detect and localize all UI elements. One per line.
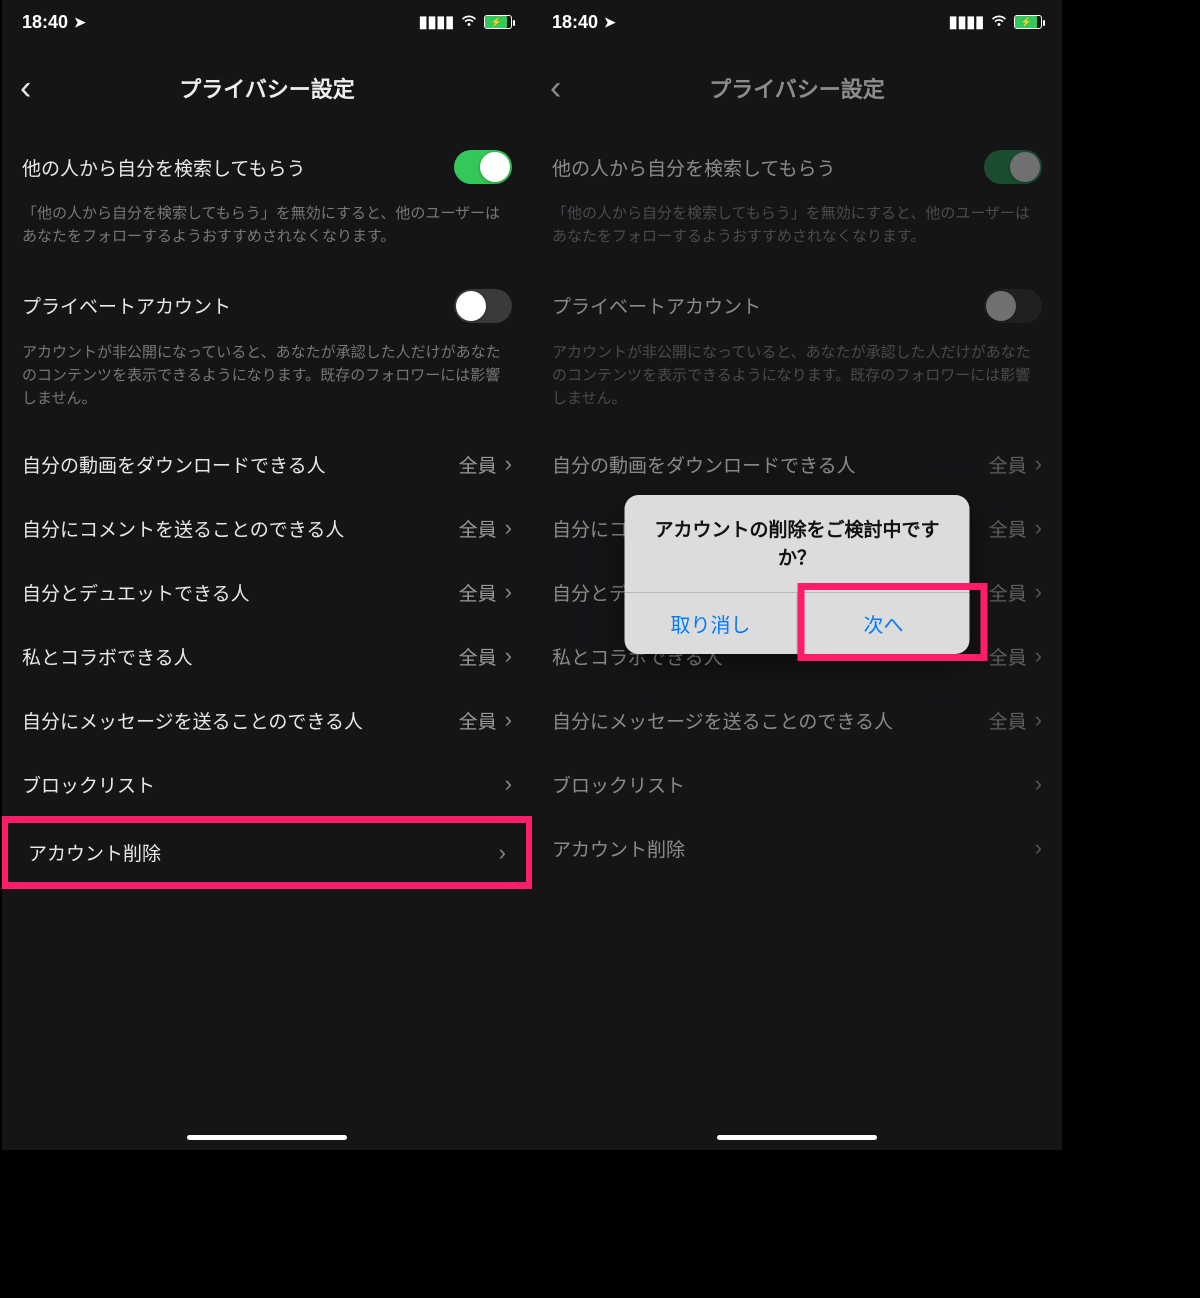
row-blocklist[interactable]: ブロックリスト ›	[2, 752, 532, 816]
row-value: 全員	[989, 451, 1027, 478]
chevron-right-icon: ›	[1035, 643, 1042, 669]
row-label: 自分の動画をダウンロードできる人	[552, 451, 856, 478]
row-message[interactable]: 自分にメッセージを送ることのできる人 全員 ›	[2, 688, 532, 752]
confirm-dialog: アカウントの削除をご検討中ですか？ 取り消し 次へ	[625, 495, 970, 654]
row-value: 全員	[459, 643, 497, 670]
battery-icon: ⚡	[484, 15, 512, 29]
chevron-right-icon: ›	[1035, 579, 1042, 605]
screen-right: 18:40 ➤ ▮▮▮▮ ⚡ ‹ プライバシー設定 他の人から自分を検索してもら…	[532, 0, 1062, 1150]
dialog-cancel-button[interactable]: 取り消し	[625, 593, 797, 654]
row-label: 自分とデュエットできる人	[22, 579, 250, 606]
signal-icon: ▮▮▮▮	[419, 12, 454, 32]
row-private-account[interactable]: プライベートアカウント	[532, 271, 1062, 341]
chevron-right-icon: ›	[505, 771, 512, 797]
row-label: ブロックリスト	[552, 771, 685, 798]
status-time: 18:40	[22, 12, 68, 33]
desc-allow-search: 「他の人から自分を検索してもらう」を無効にすると、他のユーザーはあなたをフォロー…	[2, 202, 532, 271]
desc-private-account: アカウントが非公開になっていると、あなたが承認した人だけがあなたのコンテンツを表…	[532, 341, 1062, 433]
row-label: アカウント削除	[28, 839, 161, 866]
row-duet[interactable]: 自分とデュエットできる人 全員 ›	[2, 560, 532, 624]
row-label: 自分にコメントを送ることのできる人	[22, 515, 344, 542]
row-value: 全員	[989, 643, 1027, 670]
chevron-right-icon: ›	[1035, 835, 1042, 861]
toggle-private-account[interactable]	[454, 289, 512, 323]
header: ‹ プライバシー設定	[532, 44, 1062, 132]
row-value: 全員	[989, 579, 1027, 606]
chevron-right-icon: ›	[505, 707, 512, 733]
signal-icon: ▮▮▮▮	[949, 12, 984, 32]
toggle-allow-search[interactable]	[984, 150, 1042, 184]
chevron-right-icon: ›	[1035, 451, 1042, 477]
desc-private-account: アカウントが非公開になっていると、あなたが承認した人だけがあなたのコンテンツを表…	[2, 341, 532, 433]
row-download[interactable]: 自分の動画をダウンロードできる人 全員 ›	[532, 432, 1062, 496]
status-bar: 18:40 ➤ ▮▮▮▮ ⚡	[2, 0, 532, 44]
row-label: 自分にメッセージを送ることのできる人	[22, 707, 363, 734]
row-label: 他の人から自分を検索してもらう	[22, 154, 305, 181]
row-allow-search[interactable]: 他の人から自分を検索してもらう	[2, 132, 532, 202]
row-value: 全員	[989, 515, 1027, 542]
desc-allow-search: 「他の人から自分を検索してもらう」を無効にすると、他のユーザーはあなたをフォロー…	[532, 202, 1062, 271]
chevron-right-icon: ›	[499, 840, 506, 866]
row-label: アカウント削除	[552, 835, 685, 862]
status-bar: 18:40 ➤ ▮▮▮▮ ⚡	[532, 0, 1062, 44]
dialog-message: アカウントの削除をご検討中ですか？	[625, 495, 970, 592]
wifi-icon	[990, 13, 1008, 32]
status-time: 18:40	[552, 12, 598, 33]
chevron-right-icon: ›	[505, 579, 512, 605]
row-label: 私とコラボできる人	[22, 643, 193, 670]
page-title: プライバシー設定	[532, 72, 1062, 104]
chevron-right-icon: ›	[505, 515, 512, 541]
toggle-private-account[interactable]	[984, 289, 1042, 323]
row-download[interactable]: 自分の動画をダウンロードできる人 全員 ›	[2, 432, 532, 496]
row-delete-account[interactable]: アカウント削除 ›	[2, 816, 532, 889]
row-collab[interactable]: 私とコラボできる人 全員 ›	[2, 624, 532, 688]
wifi-icon	[460, 13, 478, 32]
row-comment[interactable]: 自分にコメントを送ることのできる人 全員 ›	[2, 496, 532, 560]
dialog-next-button[interactable]: 次へ	[797, 593, 970, 654]
row-label: ブロックリスト	[22, 771, 155, 798]
row-value: 全員	[459, 579, 497, 606]
row-blocklist[interactable]: ブロックリスト ›	[532, 752, 1062, 816]
home-indicator[interactable]	[717, 1135, 877, 1140]
chevron-right-icon: ›	[1035, 515, 1042, 541]
location-icon: ➤	[74, 14, 86, 31]
row-label: 他の人から自分を検索してもらう	[552, 154, 835, 181]
chevron-right-icon: ›	[505, 451, 512, 477]
page-title: プライバシー設定	[2, 72, 532, 104]
home-indicator[interactable]	[187, 1135, 347, 1140]
row-value: 全員	[459, 707, 497, 734]
row-label: 自分の動画をダウンロードできる人	[22, 451, 326, 478]
row-allow-search[interactable]: 他の人から自分を検索してもらう	[532, 132, 1062, 202]
row-label: 自分にメッセージを送ることのできる人	[552, 707, 893, 734]
header: ‹ プライバシー設定	[2, 44, 532, 132]
screen-left: 18:40 ➤ ▮▮▮▮ ⚡ ‹ プライバシー設定 他の人から自分を検索してもら…	[2, 0, 532, 1150]
chevron-right-icon: ›	[1035, 771, 1042, 797]
row-label: プライベートアカウント	[552, 292, 761, 319]
toggle-allow-search[interactable]	[454, 150, 512, 184]
battery-icon: ⚡	[1014, 15, 1042, 29]
row-value: 全員	[459, 515, 497, 542]
row-label: プライベートアカウント	[22, 292, 231, 319]
chevron-right-icon: ›	[1035, 707, 1042, 733]
location-icon: ➤	[604, 14, 616, 31]
row-value: 全員	[989, 707, 1027, 734]
chevron-right-icon: ›	[505, 643, 512, 669]
row-message[interactable]: 自分にメッセージを送ることのできる人 全員 ›	[532, 688, 1062, 752]
row-delete-account[interactable]: アカウント削除 ›	[532, 816, 1062, 880]
row-value: 全員	[459, 451, 497, 478]
row-private-account[interactable]: プライベートアカウント	[2, 271, 532, 341]
